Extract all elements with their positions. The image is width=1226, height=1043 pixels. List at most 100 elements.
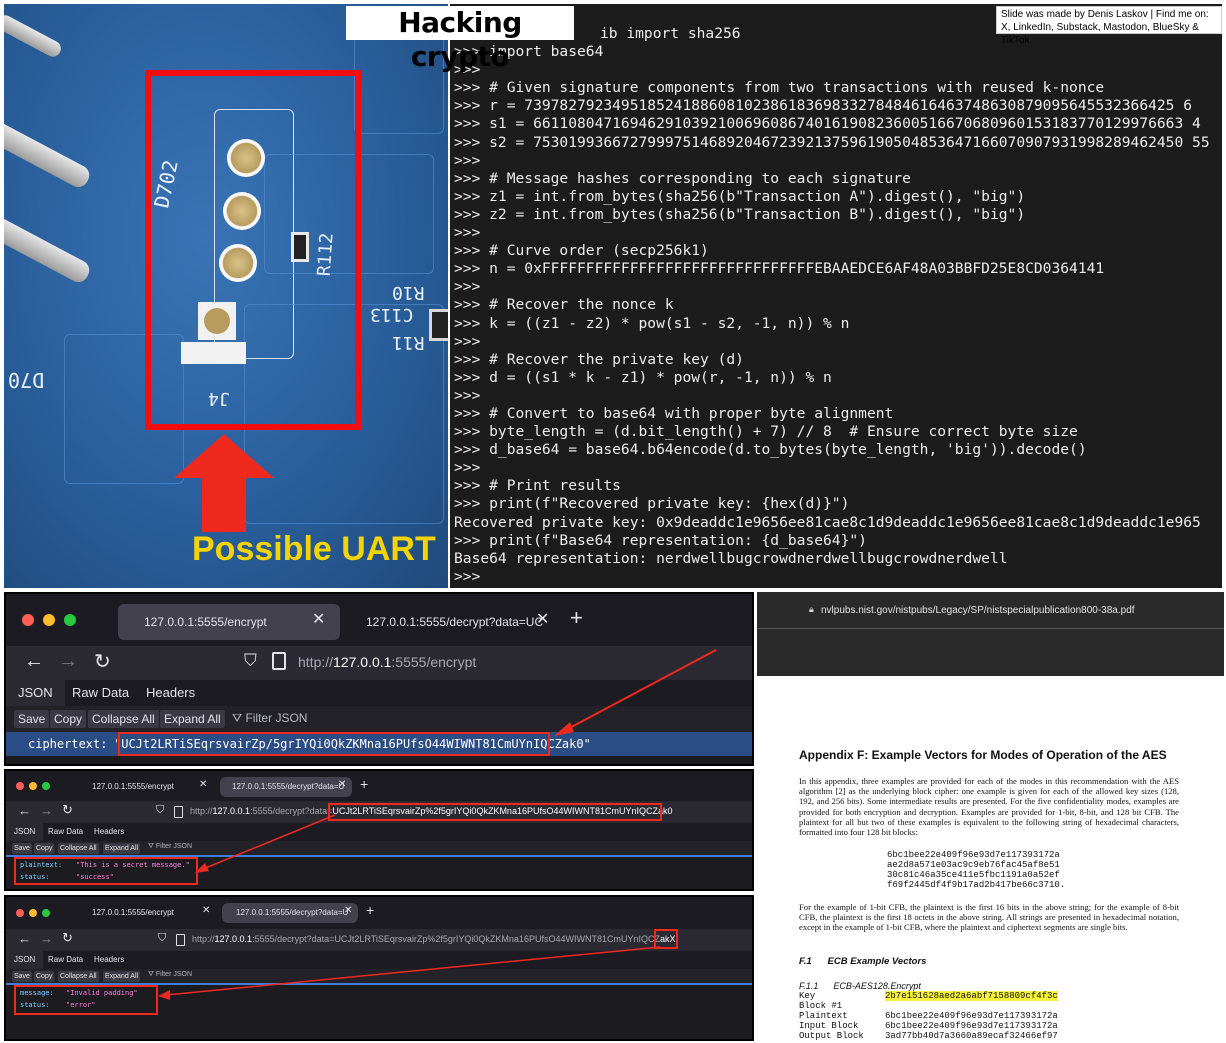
uart-highlight-box (145, 70, 361, 430)
collapse-all-button[interactable]: Collapse All (58, 971, 99, 982)
hex-block: 6bc1bee22e409f96e93d7e117393172a (887, 850, 1060, 860)
address-bar[interactable]: http://127.0.0.1:5555/encrypt (298, 654, 476, 670)
browser-decrypt-error: 127.0.0.1:5555/encrypt ✕ 127.0.0.1:5555/… (4, 895, 754, 1041)
terminal-line: >>> # Print results (454, 477, 621, 495)
tab-json[interactable]: JSON (6, 680, 65, 706)
filter-placeholder: Filter JSON (245, 711, 308, 725)
back-arrow-icon[interactable]: ← (18, 931, 31, 946)
window-zoom-dot[interactable] (42, 909, 50, 917)
terminal-line: >>> # Given signature components from tw… (454, 79, 1105, 97)
shield-icon[interactable]: ⛉ (156, 804, 164, 817)
tab-encrypt[interactable]: 127.0.0.1:5555/encrypt (76, 777, 216, 797)
component-leg (4, 12, 64, 60)
new-tab-plus-icon[interactable]: + (366, 902, 374, 918)
result-highlight-box (14, 985, 158, 1015)
input-block-label: Input Block (799, 1021, 859, 1031)
tab-bar: 127.0.0.1:5555/encrypt ✕ 127.0.0.1:5555/… (6, 594, 752, 646)
silk-r10: R10 (392, 282, 425, 303)
tab-headers[interactable]: Headers (94, 823, 124, 841)
tab-raw-data[interactable]: Raw Data (48, 823, 83, 841)
subsection-heading: F.1.1 ECB-AES128.Encrypt (799, 981, 921, 991)
filter-json-input[interactable]: ⛛ Filter JSON (148, 843, 192, 851)
terminal-line: Recovered private key: 0x9deaddc1e9656ee… (454, 513, 1201, 531)
browser-encrypt: 127.0.0.1:5555/encrypt ✕ 127.0.0.1:5555/… (4, 592, 754, 766)
window-close-dot[interactable] (16, 782, 24, 790)
forward-arrow-icon[interactable]: → (40, 931, 53, 946)
slide-title: Hacking crypto (346, 6, 574, 73)
copy-button[interactable]: Copy (50, 710, 87, 728)
output-block-label: Output Block (799, 1031, 864, 1041)
expand-all-button[interactable]: Expand All (160, 710, 225, 728)
page-icon[interactable] (272, 652, 286, 670)
filter-icon: ⛛ (232, 711, 243, 725)
expand-all-button[interactable]: Expand All (103, 843, 141, 854)
close-tab-icon[interactable]: ✕ (344, 905, 352, 916)
tab-decrypt[interactable]: 127.0.0.1:5555/decrypt?data=U (222, 903, 358, 923)
filter-json-input[interactable]: ⛛ Filter JSON (232, 711, 307, 726)
page-icon[interactable] (174, 806, 183, 818)
reload-icon[interactable]: ↻ (94, 649, 111, 674)
hex-block: ae2d8a571e03ac9c9eb76fac45af8e51 (887, 860, 1060, 870)
json-key: ciphertext: (28, 737, 108, 751)
tab-bar: 127.0.0.1:5555/encrypt ✕ 127.0.0.1:5555/… (6, 897, 752, 929)
new-tab-plus-icon[interactable]: + (570, 605, 583, 631)
expand-all-button[interactable]: Expand All (103, 971, 141, 982)
save-button[interactable]: Save (12, 843, 32, 854)
close-tab-icon[interactable]: ✕ (199, 779, 207, 790)
red-pointer-line (195, 814, 336, 873)
terminal-line: >>> (454, 151, 481, 169)
window-minimize-dot[interactable] (29, 782, 37, 790)
url-host: 127.0.0.1 (333, 654, 392, 670)
back-arrow-icon[interactable]: ← (24, 650, 44, 673)
tab-decrypt[interactable]: 127.0.0.1:5555/decrypt?data=U (220, 777, 352, 797)
shield-icon[interactable]: ⛉ (244, 651, 257, 671)
key-label: Key (799, 991, 816, 1001)
window-minimize-dot[interactable] (43, 614, 55, 626)
window-zoom-dot[interactable] (42, 782, 50, 790)
tab-title: 127.0.0.1:5555/decrypt?data=UC (366, 615, 544, 629)
save-button[interactable]: Save (14, 710, 50, 728)
close-tab-icon[interactable]: ✕ (536, 609, 549, 629)
hex-block: 30c81c46a35ce411e5fbc1191a0a52ef (887, 870, 1060, 880)
tab-headers[interactable]: Headers (146, 680, 195, 706)
forward-arrow-icon[interactable]: → (40, 803, 53, 818)
tab-json[interactable]: JSON (6, 823, 44, 841)
reload-icon[interactable]: ↻ (62, 802, 73, 818)
window-minimize-dot[interactable] (29, 909, 37, 917)
python-terminal: ib import sha256>>> import base64>>>>>> … (450, 4, 1222, 588)
tab-raw-data[interactable]: Raw Data (48, 951, 83, 969)
output-block-value: 3ad77bb40d7a3660a89ecaf32466ef97 (885, 1031, 1058, 1041)
close-tab-icon[interactable]: ✕ (312, 609, 325, 629)
tab-raw-data[interactable]: Raw Data (72, 680, 129, 706)
tab-title: 127.0.0.1:5555/decrypt?data=U (232, 782, 345, 791)
pdf-url[interactable]: nvlpubs.nist.gov/nistpubs/Legacy/SP/nist… (821, 605, 1135, 616)
back-arrow-icon[interactable]: ← (18, 803, 31, 818)
forward-arrow-icon[interactable]: → (58, 650, 78, 673)
collapse-all-button[interactable]: Collapse All (88, 710, 159, 728)
reload-icon[interactable]: ↻ (62, 930, 73, 946)
terminal-line: >>> byte_length = (d.bit_length() + 7) /… (454, 423, 1078, 441)
terminal-line: >>> print(f"Recovered private key: {hex(… (454, 495, 850, 513)
nist-pdf-viewer: 🔒︎ nvlpubs.nist.gov/nistpubs/Legacy/SP/n… (757, 592, 1224, 1041)
tab-decrypt[interactable]: 127.0.0.1:5555/decrypt?data=UC (356, 604, 556, 640)
copy-button[interactable]: Copy (34, 971, 55, 982)
window-zoom-dot[interactable] (64, 614, 76, 626)
close-tab-icon[interactable]: ✕ (202, 905, 210, 916)
window-close-dot[interactable] (16, 909, 24, 917)
save-button[interactable]: Save (12, 971, 32, 982)
collapse-all-button[interactable]: Collapse All (58, 843, 99, 854)
tab-encrypt[interactable]: 127.0.0.1:5555/encrypt (76, 903, 216, 923)
tab-json[interactable]: JSON (6, 951, 44, 969)
appendix-paragraph-1: In this appendix, three examples are pro… (799, 776, 1179, 838)
terminal-line: >>> k = ((z1 - z2) * pow(s1 - s2, -1, n)… (454, 314, 850, 332)
window-close-dot[interactable] (22, 614, 34, 626)
tab-encrypt[interactable]: 127.0.0.1:5555/encrypt (118, 604, 340, 640)
filter-icon: ⛛ (148, 843, 154, 850)
new-tab-plus-icon[interactable]: + (360, 776, 368, 792)
block-label: Block #1 (799, 1001, 843, 1011)
copy-button[interactable]: Copy (34, 843, 55, 854)
browser-decrypt-success: 127.0.0.1:5555/encrypt ✕ 127.0.0.1:5555/… (4, 769, 754, 891)
close-tab-icon[interactable]: ✕ (338, 779, 346, 790)
tab-headers[interactable]: Headers (94, 951, 124, 969)
terminal-line: >>> (454, 459, 481, 477)
